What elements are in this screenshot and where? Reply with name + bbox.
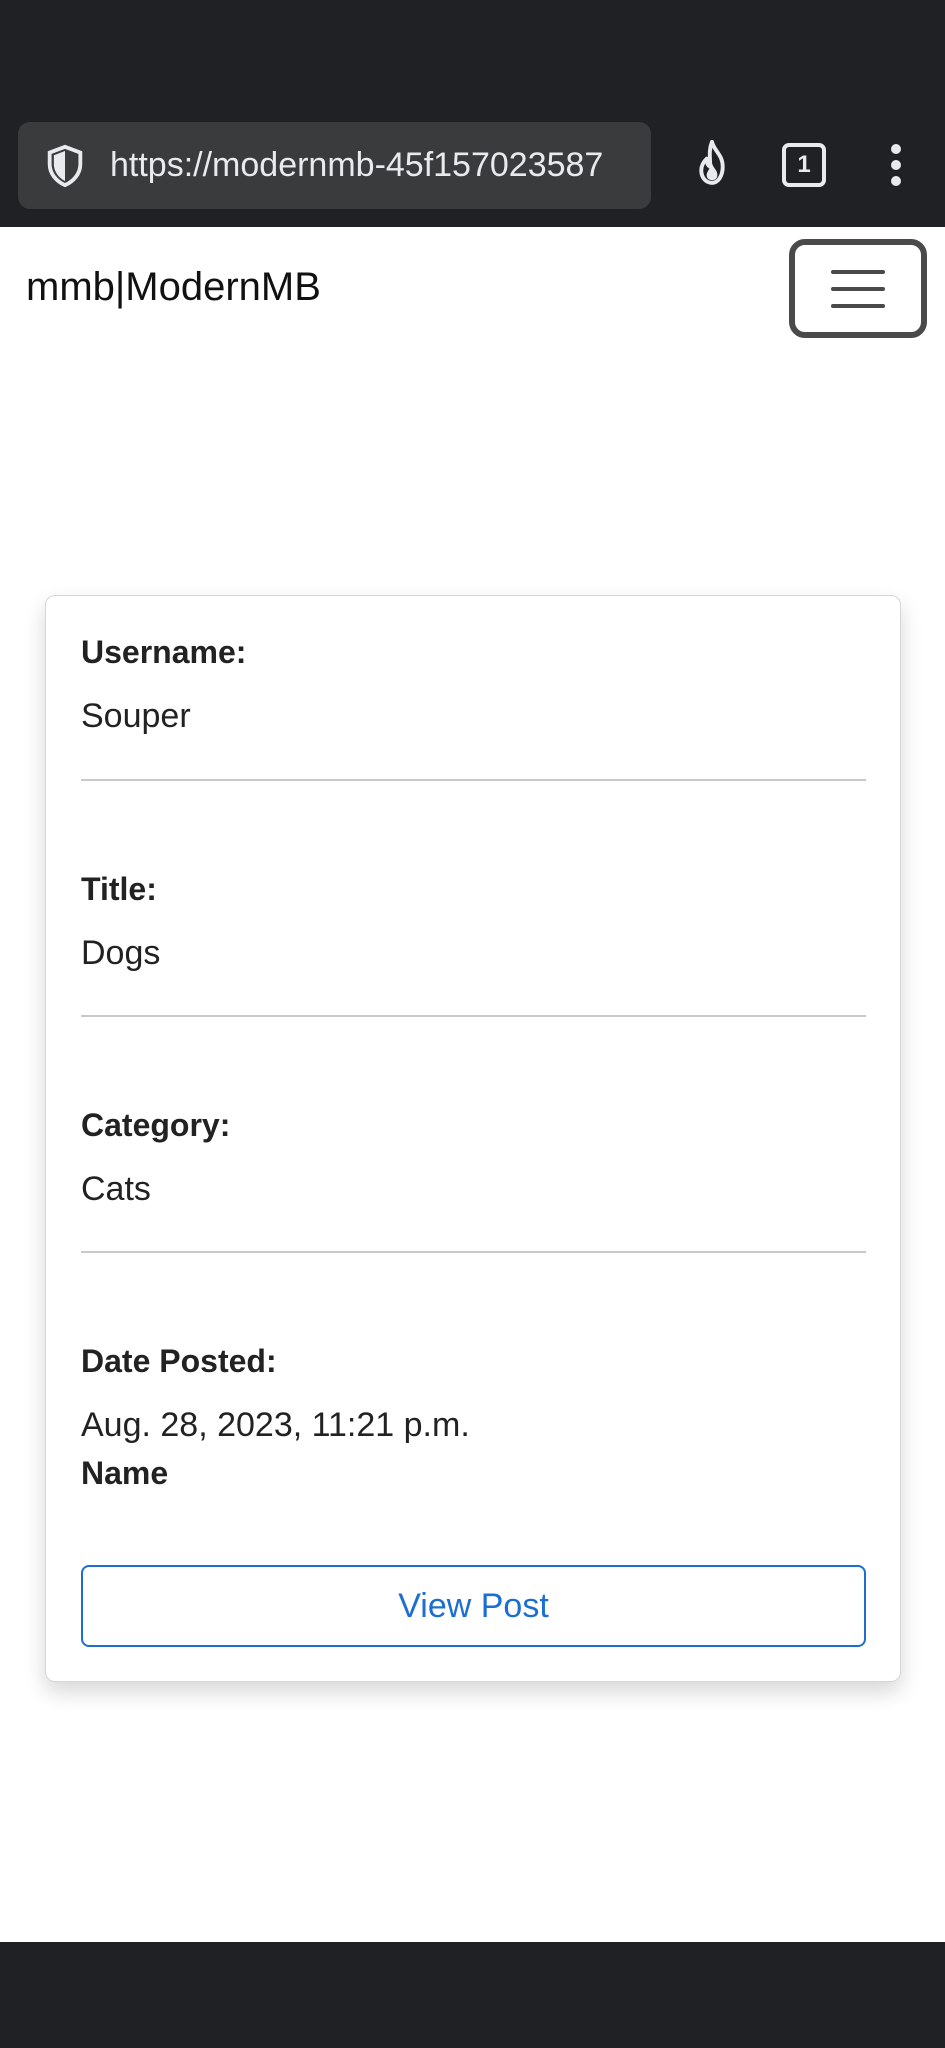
- address-bar[interactable]: https://modernmb-45f157023587: [18, 122, 651, 209]
- system-nav-bar: [0, 1942, 945, 2048]
- status-bar: [0, 0, 945, 122]
- title-value: Dogs: [81, 934, 161, 972]
- navbar-toggle-button[interactable]: [789, 239, 927, 338]
- date-label: Date Posted:: [81, 1343, 277, 1379]
- category-field: Category: Cats: [81, 1107, 866, 1209]
- name-label: Name: [81, 1455, 169, 1491]
- fire-icon[interactable]: [688, 140, 736, 190]
- username-label: Username:: [81, 634, 247, 670]
- divider: [81, 1251, 866, 1253]
- date-field: Date Posted: Aug. 28, 2023, 11:21 p.m.: [81, 1343, 866, 1445]
- browser-toolbar: https://modernmb-45f157023587 1: [0, 122, 945, 227]
- tab-count: 1: [782, 143, 826, 187]
- post-card: Username: Souper Title: Dogs Category: C…: [45, 595, 901, 1682]
- category-label: Category:: [81, 1107, 231, 1143]
- brand-link[interactable]: mmb|ModernMB: [26, 265, 321, 310]
- url-text[interactable]: https://modernmb-45f157023587: [110, 146, 618, 185]
- more-menu-icon[interactable]: [876, 140, 916, 190]
- title-label: Title:: [81, 871, 157, 907]
- title-field: Title: Dogs: [81, 871, 866, 973]
- username-field: Username: Souper: [81, 634, 866, 736]
- tabs-button[interactable]: 1: [779, 140, 829, 190]
- username-value: Souper: [81, 697, 191, 735]
- divider: [81, 1015, 866, 1017]
- date-value: Aug. 28, 2023, 11:21 p.m.: [81, 1406, 470, 1444]
- divider: [81, 779, 866, 781]
- category-value: Cats: [81, 1170, 151, 1208]
- shield-icon[interactable]: [42, 143, 88, 189]
- hamburger-icon: [831, 269, 885, 274]
- site-navbar: mmb|ModernMB: [0, 227, 945, 347]
- view-post-button[interactable]: View Post: [81, 1565, 866, 1647]
